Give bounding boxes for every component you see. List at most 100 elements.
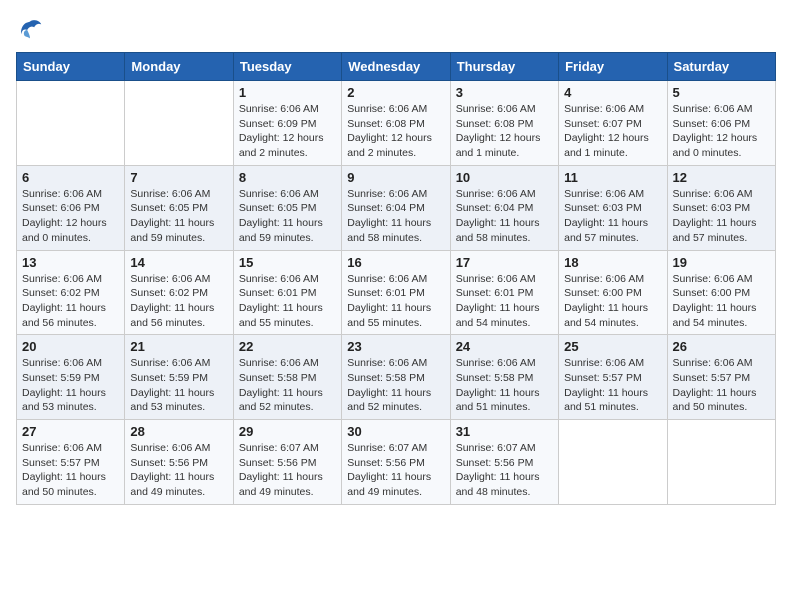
- day-number: 13: [22, 255, 119, 270]
- day-info: Sunrise: 6:06 AM Sunset: 5:58 PM Dayligh…: [347, 356, 444, 415]
- day-number: 10: [456, 170, 553, 185]
- day-info: Sunrise: 6:06 AM Sunset: 6:04 PM Dayligh…: [456, 187, 553, 246]
- calendar-cell: 23 Sunrise: 6:06 AM Sunset: 5:58 PM Dayli…: [342, 335, 450, 420]
- day-info: Sunrise: 6:06 AM Sunset: 6:02 PM Dayligh…: [22, 272, 119, 331]
- weekday-header: Sunday: [17, 53, 125, 81]
- day-number: 3: [456, 85, 553, 100]
- day-number: 11: [564, 170, 661, 185]
- calendar-cell: 12 Sunrise: 6:06 AM Sunset: 6:03 PM Dayli…: [667, 165, 775, 250]
- calendar-cell: 5Sunrise: 6:06 AM Sunset: 6:06 PM Daylig…: [667, 81, 775, 166]
- calendar-cell: 19 Sunrise: 6:06 AM Sunset: 6:00 PM Dayli…: [667, 250, 775, 335]
- day-number: 7: [130, 170, 227, 185]
- day-number: 31: [456, 424, 553, 439]
- day-number: 15: [239, 255, 336, 270]
- day-number: 9: [347, 170, 444, 185]
- day-number: 22: [239, 339, 336, 354]
- calendar-cell: 14 Sunrise: 6:06 AM Sunset: 6:02 PM Dayli…: [125, 250, 233, 335]
- day-info: Sunrise: 6:06 AM Sunset: 5:56 PM Dayligh…: [130, 441, 227, 500]
- day-info: Sunrise: 6:07 AM Sunset: 5:56 PM Dayligh…: [239, 441, 336, 500]
- calendar-cell: 26 Sunrise: 6:06 AM Sunset: 5:57 PM Dayli…: [667, 335, 775, 420]
- calendar-cell: 24Sunrise: 6:06 AM Sunset: 5:58 PM Dayli…: [450, 335, 558, 420]
- weekday-header: Friday: [559, 53, 667, 81]
- day-info: Sunrise: 6:06 AM Sunset: 6:09 PM Dayligh…: [239, 102, 336, 161]
- calendar-cell: 4 Sunrise: 6:06 AM Sunset: 6:07 PM Daylig…: [559, 81, 667, 166]
- calendar-cell: 9 Sunrise: 6:06 AM Sunset: 6:04 PM Daylig…: [342, 165, 450, 250]
- day-info: Sunrise: 6:06 AM Sunset: 6:05 PM Dayligh…: [130, 187, 227, 246]
- day-info: Sunrise: 6:06 AM Sunset: 5:57 PM Dayligh…: [564, 356, 661, 415]
- calendar-cell: 25 Sunrise: 6:06 AM Sunset: 5:57 PM Dayli…: [559, 335, 667, 420]
- day-info: Sunrise: 6:06 AM Sunset: 6:04 PM Dayligh…: [347, 187, 444, 246]
- calendar-cell: 8Sunrise: 6:06 AM Sunset: 6:05 PM Daylig…: [233, 165, 341, 250]
- day-number: 28: [130, 424, 227, 439]
- logo: [16, 16, 48, 44]
- calendar-week-row: 27 Sunrise: 6:06 AM Sunset: 5:57 PM Dayli…: [17, 420, 776, 505]
- calendar-cell: 6Sunrise: 6:06 AM Sunset: 6:06 PM Daylig…: [17, 165, 125, 250]
- day-info: Sunrise: 6:06 AM Sunset: 6:01 PM Dayligh…: [456, 272, 553, 331]
- calendar-cell: [17, 81, 125, 166]
- calendar-cell: 22Sunrise: 6:06 AM Sunset: 5:58 PM Dayli…: [233, 335, 341, 420]
- day-number: 17: [456, 255, 553, 270]
- calendar-week-row: 1 Sunrise: 6:06 AM Sunset: 6:09 PM Daylig…: [17, 81, 776, 166]
- calendar-cell: 20 Sunrise: 6:06 AM Sunset: 5:59 PM Dayli…: [17, 335, 125, 420]
- day-info: Sunrise: 6:06 AM Sunset: 6:01 PM Dayligh…: [239, 272, 336, 331]
- day-info: Sunrise: 6:06 AM Sunset: 5:59 PM Dayligh…: [22, 356, 119, 415]
- day-number: 19: [673, 255, 770, 270]
- day-number: 24: [456, 339, 553, 354]
- day-info: Sunrise: 6:06 AM Sunset: 6:00 PM Dayligh…: [564, 272, 661, 331]
- day-info: Sunrise: 6:06 AM Sunset: 6:02 PM Dayligh…: [130, 272, 227, 331]
- weekday-header: Tuesday: [233, 53, 341, 81]
- day-number: 27: [22, 424, 119, 439]
- day-info: Sunrise: 6:07 AM Sunset: 5:56 PM Dayligh…: [456, 441, 553, 500]
- calendar-week-row: 20 Sunrise: 6:06 AM Sunset: 5:59 PM Dayli…: [17, 335, 776, 420]
- day-number: 4: [564, 85, 661, 100]
- calendar-cell: 10 Sunrise: 6:06 AM Sunset: 6:04 PM Dayli…: [450, 165, 558, 250]
- header-row: SundayMondayTuesdayWednesdayThursdayFrid…: [17, 53, 776, 81]
- weekday-header: Thursday: [450, 53, 558, 81]
- calendar-cell: 15 Sunrise: 6:06 AM Sunset: 6:01 PM Dayli…: [233, 250, 341, 335]
- day-number: 26: [673, 339, 770, 354]
- calendar-cell: 29 Sunrise: 6:07 AM Sunset: 5:56 PM Dayli…: [233, 420, 341, 505]
- day-number: 14: [130, 255, 227, 270]
- day-info: Sunrise: 6:06 AM Sunset: 6:05 PM Dayligh…: [239, 187, 336, 246]
- day-info: Sunrise: 6:06 AM Sunset: 5:59 PM Dayligh…: [130, 356, 227, 415]
- calendar-cell: 21 Sunrise: 6:06 AM Sunset: 5:59 PM Dayli…: [125, 335, 233, 420]
- calendar-cell: 31 Sunrise: 6:07 AM Sunset: 5:56 PM Dayli…: [450, 420, 558, 505]
- day-number: 2: [347, 85, 444, 100]
- day-info: Sunrise: 6:06 AM Sunset: 6:08 PM Dayligh…: [456, 102, 553, 161]
- day-number: 1: [239, 85, 336, 100]
- day-number: 23: [347, 339, 444, 354]
- day-info: Sunrise: 6:06 AM Sunset: 6:07 PM Dayligh…: [564, 102, 661, 161]
- day-number: 30: [347, 424, 444, 439]
- calendar-cell: [667, 420, 775, 505]
- calendar-cell: 18 Sunrise: 6:06 AM Sunset: 6:00 PM Dayli…: [559, 250, 667, 335]
- day-info: Sunrise: 6:06 AM Sunset: 6:03 PM Dayligh…: [673, 187, 770, 246]
- calendar-cell: 30Sunrise: 6:07 AM Sunset: 5:56 PM Dayli…: [342, 420, 450, 505]
- calendar-week-row: 13 Sunrise: 6:06 AM Sunset: 6:02 PM Dayli…: [17, 250, 776, 335]
- day-number: 12: [673, 170, 770, 185]
- page-header: [16, 16, 776, 44]
- calendar-cell: 3 Sunrise: 6:06 AM Sunset: 6:08 PM Daylig…: [450, 81, 558, 166]
- calendar-week-row: 6Sunrise: 6:06 AM Sunset: 6:06 PM Daylig…: [17, 165, 776, 250]
- calendar-cell: [559, 420, 667, 505]
- day-number: 18: [564, 255, 661, 270]
- calendar-cell: 2 Sunrise: 6:06 AM Sunset: 6:08 PM Daylig…: [342, 81, 450, 166]
- day-info: Sunrise: 6:06 AM Sunset: 6:08 PM Dayligh…: [347, 102, 444, 161]
- calendar-cell: 11 Sunrise: 6:06 AM Sunset: 6:03 PM Dayli…: [559, 165, 667, 250]
- day-info: Sunrise: 6:06 AM Sunset: 5:57 PM Dayligh…: [673, 356, 770, 415]
- logo-bird-icon: [16, 16, 44, 44]
- weekday-header: Wednesday: [342, 53, 450, 81]
- day-info: Sunrise: 6:06 AM Sunset: 6:00 PM Dayligh…: [673, 272, 770, 331]
- day-number: 20: [22, 339, 119, 354]
- calendar-cell: 17 Sunrise: 6:06 AM Sunset: 6:01 PM Dayli…: [450, 250, 558, 335]
- weekday-header: Monday: [125, 53, 233, 81]
- day-number: 29: [239, 424, 336, 439]
- day-info: Sunrise: 6:06 AM Sunset: 5:57 PM Dayligh…: [22, 441, 119, 500]
- calendar-table: SundayMondayTuesdayWednesdayThursdayFrid…: [16, 52, 776, 505]
- day-number: 6: [22, 170, 119, 185]
- calendar-cell: 27 Sunrise: 6:06 AM Sunset: 5:57 PM Dayli…: [17, 420, 125, 505]
- calendar-cell: 7 Sunrise: 6:06 AM Sunset: 6:05 PM Daylig…: [125, 165, 233, 250]
- day-number: 25: [564, 339, 661, 354]
- day-info: Sunrise: 6:06 AM Sunset: 6:03 PM Dayligh…: [564, 187, 661, 246]
- day-number: 21: [130, 339, 227, 354]
- day-number: 16: [347, 255, 444, 270]
